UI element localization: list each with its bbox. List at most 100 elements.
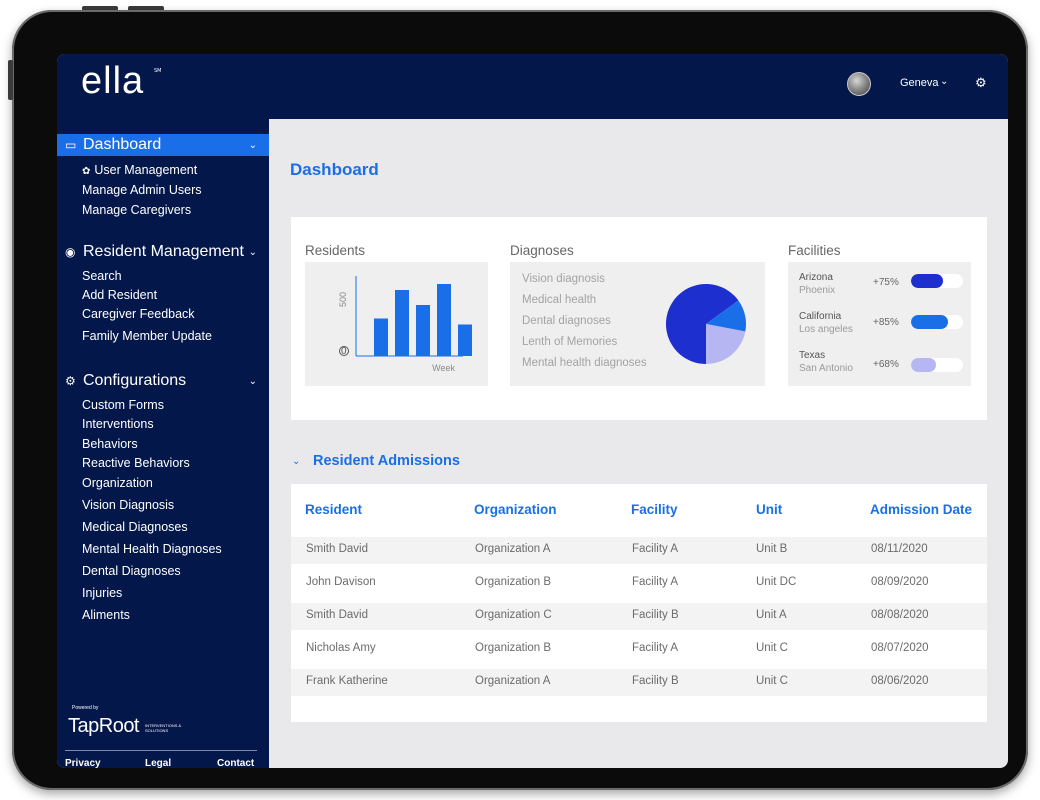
privacy-link[interactable]: Privacy	[65, 758, 101, 768]
sidebar-item-mental-health-diagnoses[interactable]: Mental Health Diagnoses	[82, 542, 222, 556]
cell-organization: Organization B	[475, 642, 552, 654]
residents-title: Residents	[305, 243, 366, 258]
facility-state: Arizona	[799, 272, 833, 283]
facilities-panel: Arizona Phoenix +75% California Los ange…	[788, 262, 971, 386]
cell-facility: Facility A	[632, 543, 679, 555]
cell-admission-date: 08/07/2020	[871, 642, 929, 654]
table-row[interactable]: Smith David Organization C Facility B Un…	[291, 603, 987, 630]
sidebar-item-interventions[interactable]: Interventions	[82, 417, 154, 431]
bar	[437, 284, 451, 356]
chevron-down-icon: ⌄	[248, 375, 257, 387]
column-header-organization[interactable]: Organization	[474, 502, 557, 517]
sidebar-item-reactive-behaviors[interactable]: Reactive Behaviors	[82, 456, 190, 470]
overview-card: Residents 500 0 Week Diagnoses Vision di…	[291, 217, 987, 420]
pie-slices	[666, 284, 746, 364]
sidebar-item-caregiver-feedback[interactable]: Caregiver Feedback	[82, 307, 195, 321]
cell-organization: Organization A	[475, 675, 551, 687]
cell-admission-date: 08/08/2020	[871, 609, 929, 621]
sidebar-item-dental-diagnoses[interactable]: Dental Diagnoses	[82, 564, 181, 578]
sidebar-item-injuries[interactable]: Injuries	[82, 586, 122, 600]
cell-facility: Facility A	[632, 576, 679, 588]
sidebar-item-behaviors[interactable]: Behaviors	[82, 437, 138, 451]
avatar[interactable]	[847, 72, 871, 96]
admissions-title[interactable]: Resident Admissions	[313, 453, 460, 469]
chevron-down-icon[interactable]: ⌄	[292, 456, 300, 467]
sidebar-section-label: Configurations	[83, 372, 187, 389]
diagnoses-pie-chart	[666, 284, 746, 364]
sidebar-item-dashboard[interactable]: ▭ Dashboard ⌄	[57, 134, 269, 156]
diagnoses-title: Diagnoses	[510, 243, 574, 258]
facilities-title: Facilities	[788, 243, 841, 258]
chevron-down-icon[interactable]: ⌄	[940, 76, 948, 87]
sidebar-item-manage-caregivers[interactable]: Manage Caregivers	[82, 203, 191, 217]
facility-city: Phoenix	[799, 285, 836, 296]
bars-group	[374, 284, 472, 356]
cell-resident: Frank Katherine	[306, 675, 388, 687]
sidebar-item-label: User Management	[94, 163, 198, 177]
gear-icon: ✿	[82, 166, 91, 177]
chevron-down-icon: ⌄	[248, 139, 257, 151]
facility-progress-fill	[911, 315, 949, 329]
sidebar-item-configurations[interactable]: ⚙ Configurations ⌄	[57, 370, 269, 392]
sidebar-item-organization[interactable]: Organization	[82, 476, 153, 490]
sidebar-section-label: Resident Management	[83, 243, 244, 260]
cell-unit: Unit DC	[756, 576, 797, 588]
sidebar-item-user-management[interactable]: ✿ User Management	[82, 163, 197, 177]
sidebar-item-resident-management[interactable]: ◉ Resident Management ⌄	[57, 241, 269, 263]
table-row[interactable]: Smith David Organization A Facility A Un…	[291, 537, 987, 564]
divider	[65, 750, 257, 751]
cell-unit: Unit C	[756, 642, 788, 654]
cell-admission-date: 08/09/2020	[871, 576, 929, 588]
column-header-admission-date[interactable]: Admission Date	[870, 502, 972, 517]
residents-panel: 500 0 Week	[305, 262, 488, 386]
screen: ella SM Geneva ⌄ ⚙ ▭ Dashboard ⌄ ✿ User M…	[57, 54, 1008, 768]
sidebar-item-manage-admin-users[interactable]: Manage Admin Users	[82, 183, 202, 197]
cell-resident: Smith David	[306, 543, 368, 555]
diagnoses-panel: Vision diagnosis Medical health Dental d…	[510, 262, 765, 386]
bar	[395, 290, 409, 356]
facility-percent: +85%	[873, 317, 899, 328]
sidebar: ▭ Dashboard ⌄ ✿ User Management Manage Ad…	[57, 119, 269, 768]
cell-unit: Unit B	[756, 543, 788, 555]
taproot-tagline: INTERVENTIONS & SOLUTIONS	[145, 723, 182, 733]
admissions-table: Resident Organization Facility Unit Admi…	[291, 484, 987, 722]
column-header-unit[interactable]: Unit	[756, 502, 782, 517]
cell-unit: Unit A	[756, 609, 787, 621]
sidebar-item-medical-diagnoses[interactable]: Medical Diagnoses	[82, 520, 188, 534]
cell-organization: Organization A	[475, 543, 551, 555]
service-mark: SM	[154, 68, 162, 74]
facility-progress	[911, 274, 963, 288]
gear-icon[interactable]: ⚙	[975, 76, 987, 91]
side-button	[8, 60, 13, 100]
facility-progress	[911, 358, 963, 372]
facility-city: San Antonio	[799, 363, 853, 374]
sidebar-item-aliments[interactable]: Aliments	[82, 608, 130, 622]
user-menu-label[interactable]: Geneva	[900, 77, 939, 89]
app-logo[interactable]: ella	[81, 60, 144, 103]
user-circle-icon: ◉	[65, 245, 76, 259]
cell-facility: Facility A	[632, 642, 679, 654]
facility-progress	[911, 315, 963, 329]
cell-resident: John Davison	[306, 576, 376, 588]
y-tick-top: 500	[338, 292, 348, 307]
sidebar-item-custom-forms[interactable]: Custom Forms	[82, 398, 164, 412]
chevron-down-icon: ⌄	[248, 246, 257, 258]
table-row[interactable]: Nicholas Amy Organization B Facility A U…	[291, 636, 987, 663]
tablet-frame: ella SM Geneva ⌄ ⚙ ▭ Dashboard ⌄ ✿ User M…	[12, 10, 1028, 790]
top-bar: ella SM Geneva ⌄ ⚙	[57, 54, 1008, 119]
sidebar-item-vision-diagnosis[interactable]: Vision Diagnosis	[82, 498, 174, 512]
cell-organization: Organization C	[475, 609, 552, 621]
legal-link[interactable]: Legal	[145, 758, 171, 768]
bar	[374, 318, 388, 356]
sidebar-item-search[interactable]: Search	[82, 269, 122, 283]
contact-link[interactable]: Contact	[217, 758, 254, 768]
table-row[interactable]: Frank Katherine Organization A Facility …	[291, 669, 987, 696]
column-header-facility[interactable]: Facility	[631, 502, 678, 517]
cell-admission-date: 08/11/2020	[871, 543, 928, 555]
column-header-resident[interactable]: Resident	[305, 502, 362, 517]
sidebar-item-family-member-update[interactable]: Family Member Update	[82, 329, 212, 343]
sidebar-item-add-resident[interactable]: Add Resident	[82, 288, 157, 302]
cell-organization: Organization B	[475, 576, 552, 588]
table-row[interactable]: John Davison Organization B Facility A U…	[291, 570, 987, 597]
sidebar-section-label: Dashboard	[83, 136, 162, 153]
